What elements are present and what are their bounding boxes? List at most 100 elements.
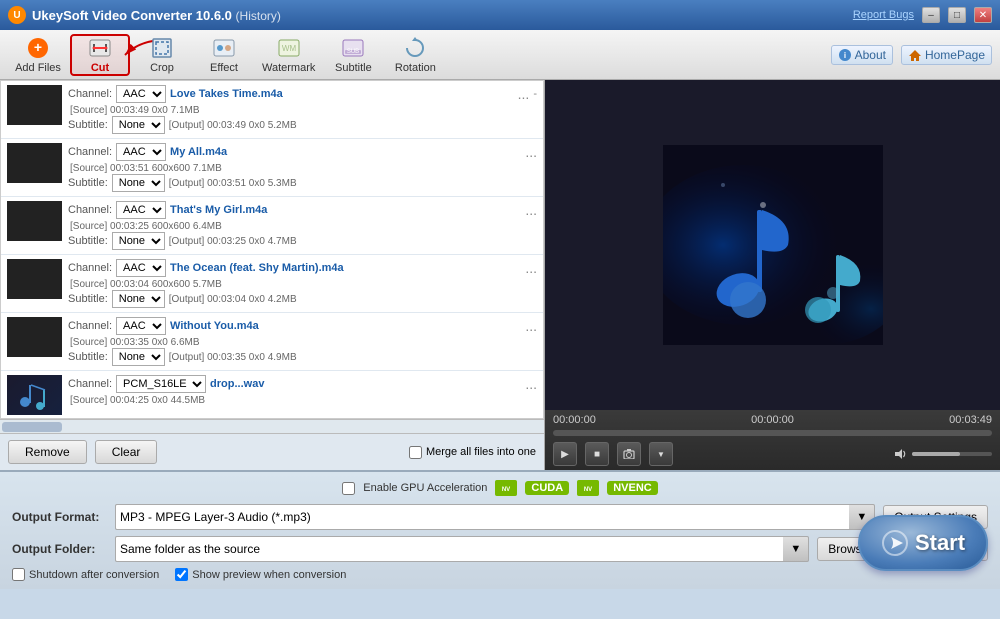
output-format-input[interactable]: [115, 504, 849, 530]
history-label: (History): [236, 9, 281, 23]
file-thumbnail: [7, 259, 62, 299]
cut-button[interactable]: Cut: [70, 34, 130, 76]
close-button[interactable]: ✕: [974, 7, 992, 23]
preview-panel: 00:00:00 00:00:00 00:03:49 ▶ ■ ▼: [545, 80, 1000, 470]
subtitle-select[interactable]: None: [112, 290, 165, 308]
file-more-btn[interactable]: ...: [525, 318, 537, 334]
stop-button[interactable]: ■: [585, 442, 609, 466]
file-output: [Output] 00:03:25 0x0 4.7MB: [169, 236, 297, 247]
shutdown-check-label: Shutdown after conversion: [12, 568, 159, 581]
rotation-button[interactable]: Rotation: [385, 34, 445, 76]
dropdown-button[interactable]: ▼: [649, 442, 673, 466]
subtitle-label-row: Subtitle:: [68, 119, 108, 131]
file-row2: Subtitle: None [Output] 00:03:49 0x0 5.2…: [68, 116, 537, 134]
output-format-row: Output Format: ▼ Output Settings: [12, 504, 988, 530]
h-scrollbar-thumb[interactable]: [2, 422, 62, 432]
subtitle-select[interactable]: None: [112, 232, 165, 250]
volume-icon: [894, 448, 908, 460]
file-name: Without You.m4a: [170, 320, 521, 332]
file-more-btn[interactable]: ...: [525, 260, 537, 276]
about-button[interactable]: i About: [831, 45, 893, 65]
watermark-button[interactable]: WM Watermark: [256, 34, 321, 76]
app-title: UkeySoft Video Converter 10.6.0 (History…: [32, 8, 281, 23]
subtitle-select[interactable]: None: [112, 116, 165, 134]
merge-checkbox[interactable]: [409, 446, 422, 459]
list-item: Channel: AAC That's My Girl.m4a ... [Sou…: [1, 197, 543, 255]
file-row2: Subtitle: None [Output] 00:03:25 0x0 4.7…: [68, 232, 537, 250]
file-info: Channel: PCM_S16LE drop...wav ... [Sourc…: [68, 375, 537, 406]
title-bar: U UkeySoft Video Converter 10.6.0 (Histo…: [0, 0, 1000, 30]
cut-label: Cut: [91, 62, 109, 74]
channel-select[interactable]: PCM_S16LE: [116, 375, 206, 393]
svg-text:NV: NV: [584, 487, 592, 493]
start-button[interactable]: Start: [858, 515, 988, 571]
play-button[interactable]: ▶: [553, 442, 577, 466]
file-source: [Source] 00:03:25 600x600 6.4MB: [70, 221, 537, 232]
channel-label: Channel:: [68, 146, 112, 158]
h-scrollbar[interactable]: [0, 419, 544, 433]
preview-checkbox[interactable]: [175, 568, 188, 581]
file-info: Channel: AAC The Ocean (feat. Shy Martin…: [68, 259, 537, 308]
start-label: Start: [915, 530, 965, 556]
subtitle-select[interactable]: None: [112, 174, 165, 192]
nvidia-icon: NV: [495, 480, 517, 496]
file-output: [Output] 00:03:51 0x0 5.3MB: [169, 178, 297, 189]
channel-select[interactable]: AAC: [116, 85, 166, 103]
cut-icon: [88, 36, 112, 60]
list-item: Channel: AAC Love Takes Time.m4a ... - […: [1, 81, 543, 139]
snapshot-button[interactable]: [617, 442, 641, 466]
clear-button[interactable]: Clear: [95, 440, 158, 464]
file-more-btn[interactable]: ...: [525, 144, 537, 160]
add-files-button[interactable]: + Add Files: [8, 34, 68, 76]
subtitle-button[interactable]: SUB Subtitle: [323, 34, 383, 76]
app-name: UkeySoft Video Converter 10.6.0: [32, 8, 232, 23]
file-scroll[interactable]: Channel: AAC Love Takes Time.m4a ... - […: [0, 80, 544, 419]
file-more-btn[interactable]: ...: [525, 202, 537, 218]
minimize-button[interactable]: –: [922, 7, 940, 23]
toolbar: + Add Files Cut: [0, 30, 1000, 80]
channel-select[interactable]: AAC: [116, 143, 166, 161]
channel-select[interactable]: AAC: [116, 317, 166, 335]
playback-row: ▶ ■ ▼: [553, 442, 992, 466]
subtitle-label-row: Subtitle:: [68, 235, 108, 247]
homepage-button[interactable]: HomePage: [901, 45, 992, 65]
about-label: About: [855, 48, 886, 62]
file-name: Love Takes Time.m4a: [170, 88, 514, 100]
rotation-icon: [403, 36, 427, 60]
start-icon: [881, 529, 909, 557]
output-folder-input[interactable]: [115, 536, 783, 562]
watermark-icon: WM: [277, 36, 301, 60]
time-start: 00:00:00: [553, 414, 596, 426]
file-row2: Subtitle: None [Output] 00:03:04 0x0 4.2…: [68, 290, 537, 308]
remove-button[interactable]: Remove: [8, 440, 87, 464]
crop-label: Crop: [150, 62, 174, 74]
preview-controls: 00:00:00 00:00:00 00:03:49 ▶ ■ ▼: [545, 410, 1000, 470]
file-info: Channel: AAC My All.m4a ... [Source] 00:…: [68, 143, 537, 192]
subtitle-select[interactable]: None: [112, 348, 165, 366]
maximize-button[interactable]: □: [948, 7, 966, 23]
gpu-checkbox[interactable]: [342, 482, 355, 495]
subtitle-icon: SUB: [341, 36, 365, 60]
shutdown-checkbox[interactable]: [12, 568, 25, 581]
channel-select[interactable]: AAC: [116, 259, 166, 277]
svg-text:WM: WM: [282, 44, 297, 53]
channel-select[interactable]: AAC: [116, 201, 166, 219]
progress-bar[interactable]: [553, 430, 992, 436]
channel-label: Channel:: [68, 320, 112, 332]
file-thumbnail: [7, 375, 62, 415]
channel-label: Channel:: [68, 88, 112, 100]
effect-button[interactable]: Effect: [194, 34, 254, 76]
file-more-btn[interactable]: ...: [525, 376, 537, 392]
svg-text:+: +: [34, 39, 42, 55]
subtitle-label-row: Subtitle:: [68, 351, 108, 363]
svg-text:i: i: [843, 51, 845, 60]
file-name: drop...wav: [210, 378, 521, 390]
file-more-btn[interactable]: ...: [518, 86, 530, 102]
title-left: U UkeySoft Video Converter 10.6.0 (Histo…: [8, 6, 281, 24]
volume-track[interactable]: [912, 452, 992, 456]
file-info: Channel: AAC That's My Girl.m4a ... [Sou…: [68, 201, 537, 250]
report-bugs-link[interactable]: Report Bugs: [853, 9, 914, 21]
crop-button[interactable]: Crop: [132, 34, 192, 76]
shutdown-label: Shutdown after conversion: [29, 569, 159, 581]
folder-dropdown-button[interactable]: ▼: [783, 536, 809, 562]
